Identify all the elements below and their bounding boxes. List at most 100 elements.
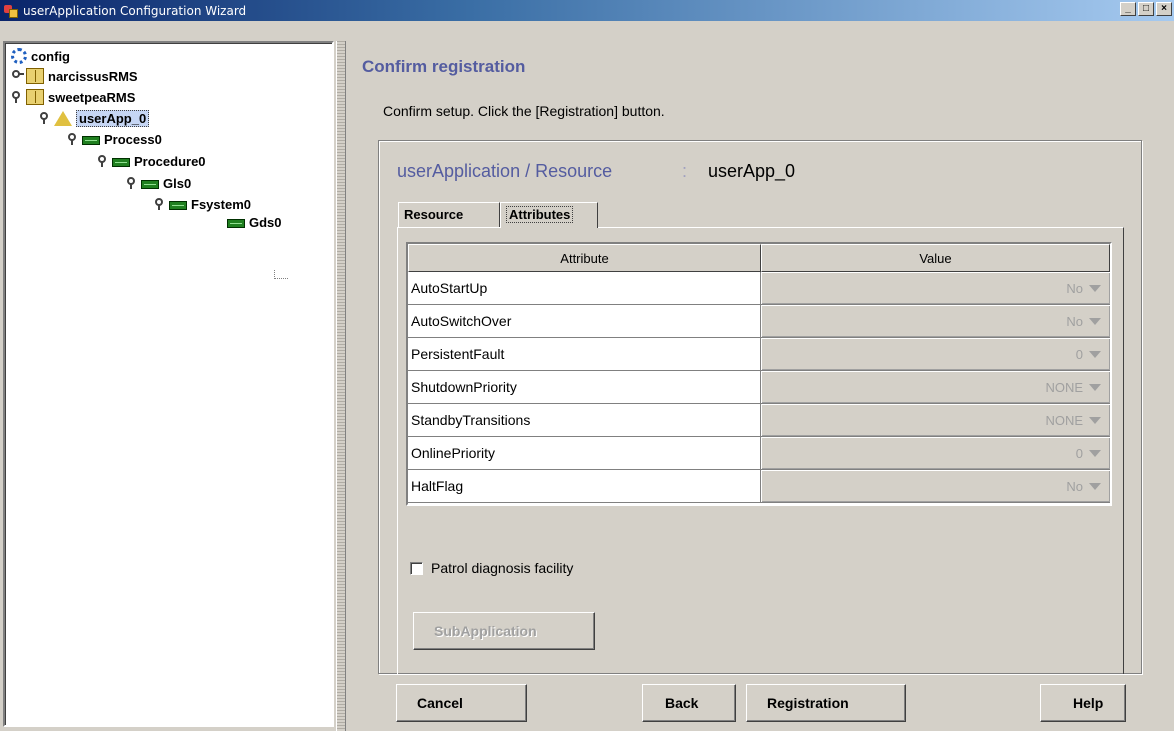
app-icon: [3, 3, 19, 19]
table-row: AutoStartUp No: [408, 272, 1110, 305]
expanded-handle-icon[interactable]: [154, 198, 166, 210]
value-dropdown: No: [761, 272, 1110, 305]
dropdown-value: 0: [1075, 346, 1083, 362]
value-dropdown: NONE: [761, 404, 1110, 437]
userapp-icon: [54, 110, 72, 126]
tree-node-label: userApp_0: [76, 109, 150, 127]
resource-icon: [141, 179, 159, 189]
dropdown-arrow-icon: [1089, 449, 1101, 457]
value-dropdown: NONE: [761, 371, 1110, 404]
page-title: Confirm registration: [362, 57, 526, 76]
value-dropdown: 0: [761, 437, 1110, 470]
expanded-handle-icon[interactable]: [97, 155, 109, 167]
cancel-button[interactable]: Cancel: [396, 684, 527, 722]
attribute-cell: ShutdownPriority: [408, 371, 761, 404]
tab-attributes[interactable]: Attributes: [500, 202, 598, 228]
table-row: HaltFlag No: [408, 470, 1110, 503]
dropdown-arrow-icon: [1089, 350, 1101, 358]
tree-node-label: Process0: [104, 131, 162, 147]
resource-icon: [227, 218, 245, 228]
resource-icon: [82, 135, 100, 145]
tree-node-config[interactable]: config: [11, 47, 70, 65]
dropdown-arrow-icon: [1089, 416, 1101, 424]
window-title: userApplication Configuration Wizard: [23, 3, 247, 18]
instructions-text: Confirm setup. Click the [Registration] …: [383, 103, 665, 119]
dropdown-value: NONE: [1045, 379, 1083, 395]
wizard-window: userApplication Configuration Wizard _ □…: [0, 0, 1174, 731]
label-separator: :: [682, 161, 688, 181]
tree-node-label: Procedure0: [134, 153, 206, 169]
dropdown-arrow-icon: [1089, 383, 1101, 391]
value-dropdown: No: [761, 470, 1110, 503]
tree-node-gds0[interactable]: Gds0: [227, 213, 282, 231]
tree-node-fsystem0[interactable]: Fsystem0: [154, 195, 251, 213]
table-header: Attribute Value: [408, 244, 1110, 272]
attribute-cell: PersistentFault: [408, 338, 761, 371]
config-icon: [11, 48, 27, 64]
tree-node-sweetpearms[interactable]: sweetpeaRMS: [11, 88, 135, 106]
patrol-diagnosis-option: Patrol diagnosis facility: [410, 560, 573, 576]
patrol-diagnosis-checkbox[interactable]: [410, 561, 423, 575]
tree-node-label: Fsystem0: [191, 196, 251, 212]
value-dropdown: No: [761, 305, 1110, 338]
table-row: OnlinePriority 0: [408, 437, 1110, 470]
attribute-cell: HaltFlag: [408, 470, 761, 503]
attributes-table: Attribute Value AutoStartUp No AutoSwitc…: [406, 242, 1112, 506]
tree-node-label: config: [31, 48, 70, 64]
maximize-button[interactable]: □: [1138, 2, 1154, 16]
expanded-handle-icon[interactable]: [39, 112, 51, 124]
tree-node-label: narcissusRMS: [48, 68, 138, 84]
configuration-tree[interactable]: config narcissusRMS sweetpeaRMS userApp_…: [3, 41, 334, 727]
dropdown-arrow-icon: [1089, 482, 1101, 490]
table-row: StandbyTransitions NONE: [408, 404, 1110, 437]
tree-node-label: sweetpeaRMS: [48, 89, 136, 105]
value-dropdown: 0: [761, 338, 1110, 371]
tab-resource[interactable]: Resource: [398, 202, 500, 227]
patrol-diagnosis-label: Patrol diagnosis facility: [431, 560, 574, 576]
resource-icon: [112, 157, 130, 167]
dropdown-value: 0: [1075, 445, 1083, 461]
dropdown-arrow-icon: [1089, 317, 1101, 325]
attribute-cell: OnlinePriority: [408, 437, 761, 470]
collapsed-handle-icon[interactable]: [11, 70, 24, 82]
table-row: AutoSwitchOver No: [408, 305, 1110, 338]
attribute-cell: AutoSwitchOver: [408, 305, 761, 338]
dropdown-value: NONE: [1045, 412, 1083, 428]
tree-node-process0[interactable]: Process0: [67, 130, 162, 148]
table-row: ShutdownPriority NONE: [408, 371, 1110, 404]
window-controls: _ □ ×: [1120, 2, 1172, 16]
tree-node-gls0[interactable]: Gls0: [126, 174, 191, 192]
dropdown-value: No: [1066, 478, 1083, 494]
back-button[interactable]: Back: [642, 684, 736, 722]
rms-node-icon: [26, 68, 44, 84]
tree-connector: [274, 270, 288, 279]
rms-node-icon: [26, 89, 44, 105]
tree-node-label: Gls0: [163, 175, 192, 191]
resource-icon: [169, 200, 187, 210]
column-header-attribute[interactable]: Attribute: [408, 244, 761, 272]
subapplication-button[interactable]: SubApplication: [413, 612, 595, 650]
attribute-cell: StandbyTransitions: [408, 404, 761, 437]
expanded-handle-icon[interactable]: [67, 133, 79, 145]
attribute-cell: AutoStartUp: [408, 272, 761, 305]
userapp-name-value: userApp_0: [708, 161, 796, 181]
tree-node-label: Gds0: [249, 214, 282, 230]
expanded-handle-icon[interactable]: [126, 177, 138, 189]
title-bar: userApplication Configuration Wizard _ □…: [0, 0, 1174, 21]
column-header-value[interactable]: Value: [761, 244, 1110, 272]
tree-node-narcissusrms[interactable]: narcissusRMS: [11, 67, 138, 85]
dropdown-arrow-icon: [1089, 284, 1101, 292]
registration-button[interactable]: Registration: [746, 684, 906, 722]
tab-label: Resource: [404, 207, 464, 222]
close-button[interactable]: ×: [1156, 2, 1172, 16]
tree-node-userapp-0[interactable]: userApp_0: [39, 109, 150, 127]
tab-label: Attributes: [506, 206, 574, 223]
table-row: PersistentFault 0: [408, 338, 1110, 371]
panel-splitter[interactable]: [336, 41, 346, 731]
help-button[interactable]: Help: [1040, 684, 1126, 722]
dropdown-value: No: [1066, 313, 1083, 329]
userapp-resource-label: userApplication / Resource: [397, 161, 613, 181]
expanded-handle-icon[interactable]: [11, 91, 23, 103]
tree-node-procedure0[interactable]: Procedure0: [97, 152, 206, 170]
minimize-button[interactable]: _: [1120, 2, 1136, 16]
